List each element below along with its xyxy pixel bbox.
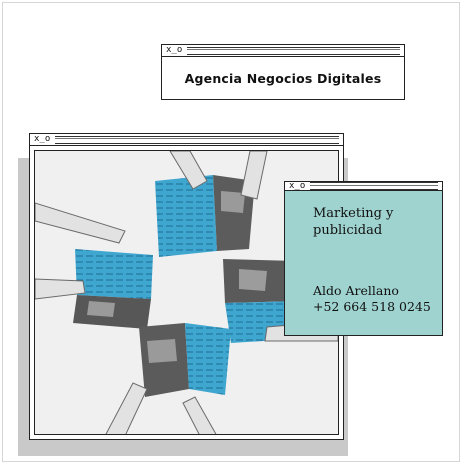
- photo-window-titlebar[interactable]: x_o: [30, 134, 343, 146]
- titlebar-stripes: [55, 135, 339, 144]
- agency-window: x_o Agencia Negocios Digitales: [161, 44, 405, 100]
- contact-phone: +52 664 518 0245: [313, 299, 431, 314]
- marketing-window-titlebar[interactable]: x_o: [285, 181, 442, 191]
- window-controls[interactable]: x_o: [34, 135, 50, 144]
- titlebar-stripes: [310, 182, 438, 190]
- window-controls[interactable]: x_o: [166, 46, 182, 55]
- window-controls[interactable]: x_o: [289, 181, 305, 191]
- contact-name: Aldo Arellano: [313, 283, 399, 298]
- titlebar-stripes: [187, 46, 400, 55]
- agency-title: Agencia Negocios Digitales: [184, 70, 382, 86]
- magazine-top: [155, 175, 255, 257]
- magazine-bottom: [139, 323, 231, 397]
- magazine-left: [73, 249, 153, 329]
- service-label: Marketing y publicidad: [313, 206, 394, 238]
- marketing-window: x_o Marketing y publicidad Aldo Arellano…: [284, 181, 443, 336]
- agency-window-titlebar[interactable]: x_o: [162, 45, 404, 57]
